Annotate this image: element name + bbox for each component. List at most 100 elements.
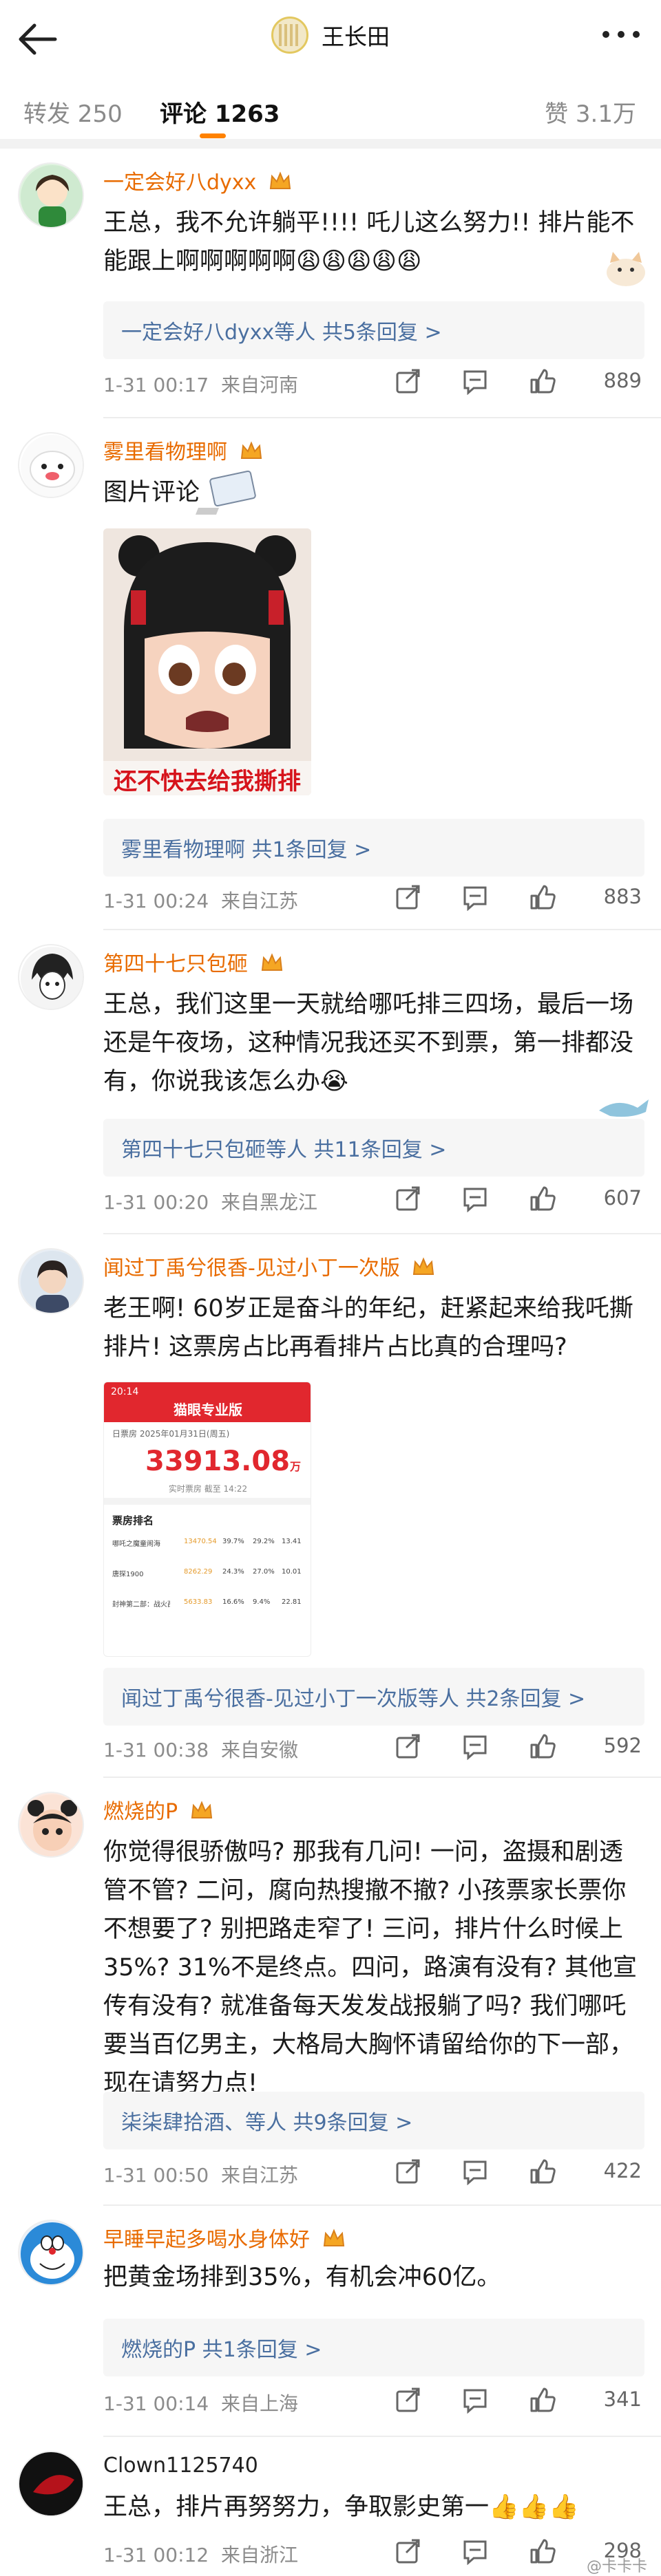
shot-spacer: [104, 1498, 311, 1505]
username-text[interactable]: Clown1125740: [103, 2454, 258, 2478]
username-text[interactable]: 早睡早起多喝水身体好: [103, 2228, 310, 2252]
like-thumb-icon[interactable]: [529, 1732, 556, 1760]
username-text[interactable]: 雾里看物理啊: [103, 440, 227, 464]
whale-sticker-icon: [599, 1099, 649, 1117]
like-thumb-icon[interactable]: [529, 2386, 556, 2414]
share-icon[interactable]: [394, 2537, 421, 2565]
comment-icon[interactable]: [461, 883, 489, 911]
comment-username[interactable]: Clown1125740: [103, 2454, 258, 2478]
share-icon[interactable]: [394, 1732, 421, 1760]
avatar-sketch-character-icon: [21, 947, 83, 1009]
shot-row-b: 24.3%: [222, 1568, 244, 1576]
shot-row-d: 10.01: [282, 1568, 302, 1576]
shot-row-c: 9.4%: [253, 1598, 271, 1606]
like-count: 422: [603, 2159, 642, 2182]
username-text[interactable]: 燃烧的P: [103, 1800, 178, 1824]
share-icon[interactable]: [394, 2386, 421, 2414]
replies-preview[interactable]: 第四十七只包砸等人 共11条回复 >: [103, 1119, 644, 1177]
like-thumb-icon[interactable]: [529, 2158, 556, 2185]
more-button[interactable]: [600, 21, 642, 48]
avatar-doraemon-icon: [21, 2222, 83, 2284]
image-comment-sticker-icon: [196, 471, 256, 515]
replies-preview[interactable]: 柒柒肆拾酒、等人 共9条回复 >: [103, 2092, 644, 2149]
comment-meta: 1-31 00:50 来自江苏: [103, 2160, 298, 2188]
replies-link[interactable]: 雾里看物理啊 共1条回复 >: [121, 833, 371, 863]
replies-preview[interactable]: 一定会好八dyxx等人 共5条回复 >: [103, 301, 644, 359]
avatar[interactable]: [18, 2451, 84, 2517]
replies-preview[interactable]: 闻过丁禹兮很香-见过小丁一次版等人 共2条回复 >: [103, 1668, 644, 1726]
avatar-young-man-icon: [21, 1251, 83, 1313]
comment-image[interactable]: 20:14 猫眼专业版 日票房 2025年01月31日(周五) 33913.08…: [103, 1382, 311, 1657]
comment-meta: 1-31 00:12 来自浙江: [103, 2540, 298, 2568]
avatar[interactable]: [18, 1792, 84, 1858]
comment-username[interactable]: 雾里看物理啊: [103, 435, 263, 465]
avatar[interactable]: [18, 944, 84, 1010]
replies-link[interactable]: 一定会好八dyxx等人 共5条回复 >: [121, 315, 442, 345]
comment-time: 1-31 00:14: [103, 2392, 209, 2415]
comment-meta: 1-31 00:38 来自安徽: [103, 1735, 298, 1763]
like-thumb-icon[interactable]: [529, 1185, 556, 1212]
image-caption: 还不快去给我撕排片: [114, 768, 301, 795]
active-tab-indicator: [200, 133, 226, 138]
comment-username[interactable]: 早睡早起多喝水身体好: [103, 2222, 346, 2253]
share-icon[interactable]: [394, 2158, 421, 2185]
comment-location: 来自安徽: [220, 1739, 298, 1761]
shot-row-c: 27.0%: [253, 1568, 275, 1576]
shot-row-c: 29.2%: [253, 1538, 275, 1545]
shot-row-a: 5633.83: [184, 1598, 213, 1606]
shot-section-title: 票房排名: [112, 1514, 154, 1527]
replies-preview[interactable]: 雾里看物理啊 共1条回复 >: [103, 819, 644, 877]
page-title: 王长田: [322, 23, 390, 50]
like-count: 341: [603, 2387, 642, 2411]
comment-icon[interactable]: [461, 2386, 489, 2414]
shot-row-b: 16.6%: [222, 1598, 244, 1606]
like-thumb-icon[interactable]: [529, 2537, 556, 2565]
avatar[interactable]: [18, 162, 84, 228]
like-thumb-icon[interactable]: [529, 367, 556, 395]
replies-link[interactable]: 燃烧的P 共1条回复 >: [121, 2332, 322, 2363]
like-thumb-icon[interactable]: [529, 883, 556, 911]
shot-subtitle: 实时票房 截至 14:22: [168, 1484, 248, 1494]
comment-item: 闻过丁禹兮很香-见过小丁一次版 老王啊! 60岁正是奋斗的年纪，赶紧起来给我吒撕…: [0, 1234, 661, 1777]
replies-link[interactable]: 柒柒肆拾酒、等人 共9条回复 >: [121, 2105, 412, 2136]
comment-icon[interactable]: [461, 2537, 489, 2565]
username-text[interactable]: 第四十七只包砸: [103, 952, 248, 976]
comment-text: 王总，我不允许躺平!!!! 吒儿这么努力!! 排片能不能跟上啊啊啊啊啊😩😩😩😩😩: [103, 209, 635, 275]
avatar[interactable]: [18, 2220, 84, 2286]
share-icon[interactable]: [394, 883, 421, 911]
avatar-dark-red-icon: [21, 2454, 83, 2515]
crown-badge-icon: [261, 953, 282, 971]
comment-image[interactable]: 还不快去给我撕排片: [103, 528, 311, 795]
username-text[interactable]: 闻过丁禹兮很香-见过小丁一次版: [103, 1256, 400, 1280]
avatar[interactable]: [18, 432, 84, 498]
share-icon[interactable]: [394, 1185, 421, 1212]
tab-comments[interactable]: 评论 1263: [160, 95, 280, 129]
replies-link[interactable]: 第四十七只包砸等人 共11条回复 >: [121, 1133, 446, 1163]
comment-text: 王总，排片再努努力，争取影史第一👍👍👍: [103, 2493, 579, 2521]
tab-reposts[interactable]: 转发 250: [23, 95, 123, 129]
crown-badge-icon: [323, 2229, 344, 2246]
comment-icon[interactable]: [461, 1732, 489, 1760]
shot-header: 20:14 猫眼专业版: [104, 1382, 311, 1422]
comment-text: 你觉得很骄傲吗? 那我有几问! 一问，盗摄和剧透管不管? 二问，腐向热搜撤不撤?…: [103, 1838, 637, 2097]
comment-icon[interactable]: [461, 1185, 489, 1212]
comment-username[interactable]: 第四十七只包砸: [103, 947, 284, 977]
top-bar: 王长田: [0, 0, 661, 76]
comment-icon[interactable]: [461, 2158, 489, 2185]
comment-text: 把黄金场排到35%，有机会冲60亿。: [103, 2264, 501, 2291]
tab-bar: 转发 250 评论 1263 赞 3.1万: [0, 87, 661, 139]
username-text[interactable]: 一定会好八dyxx: [103, 171, 256, 195]
comment-icon[interactable]: [461, 367, 489, 395]
tab-likes[interactable]: 赞 3.1万: [545, 95, 636, 129]
comment-meta: 1-31 00:24 来自江苏: [103, 886, 298, 914]
shot-row-b: 39.7%: [222, 1538, 244, 1545]
crown-badge-icon: [191, 1801, 212, 1818]
replies-link[interactable]: 闻过丁禹兮很香-见过小丁一次版等人 共2条回复 >: [121, 1682, 585, 1712]
comment-username[interactable]: 闻过丁禹兮很香-见过小丁一次版: [103, 1251, 435, 1281]
title-avatar[interactable]: [271, 17, 308, 54]
comment-username[interactable]: 一定会好八dyxx: [103, 165, 292, 195]
share-icon[interactable]: [394, 367, 421, 395]
comment-username[interactable]: 燃烧的P: [103, 1794, 213, 1825]
replies-preview[interactable]: 燃烧的P 共1条回复 >: [103, 2319, 644, 2376]
avatar[interactable]: [18, 1248, 84, 1314]
